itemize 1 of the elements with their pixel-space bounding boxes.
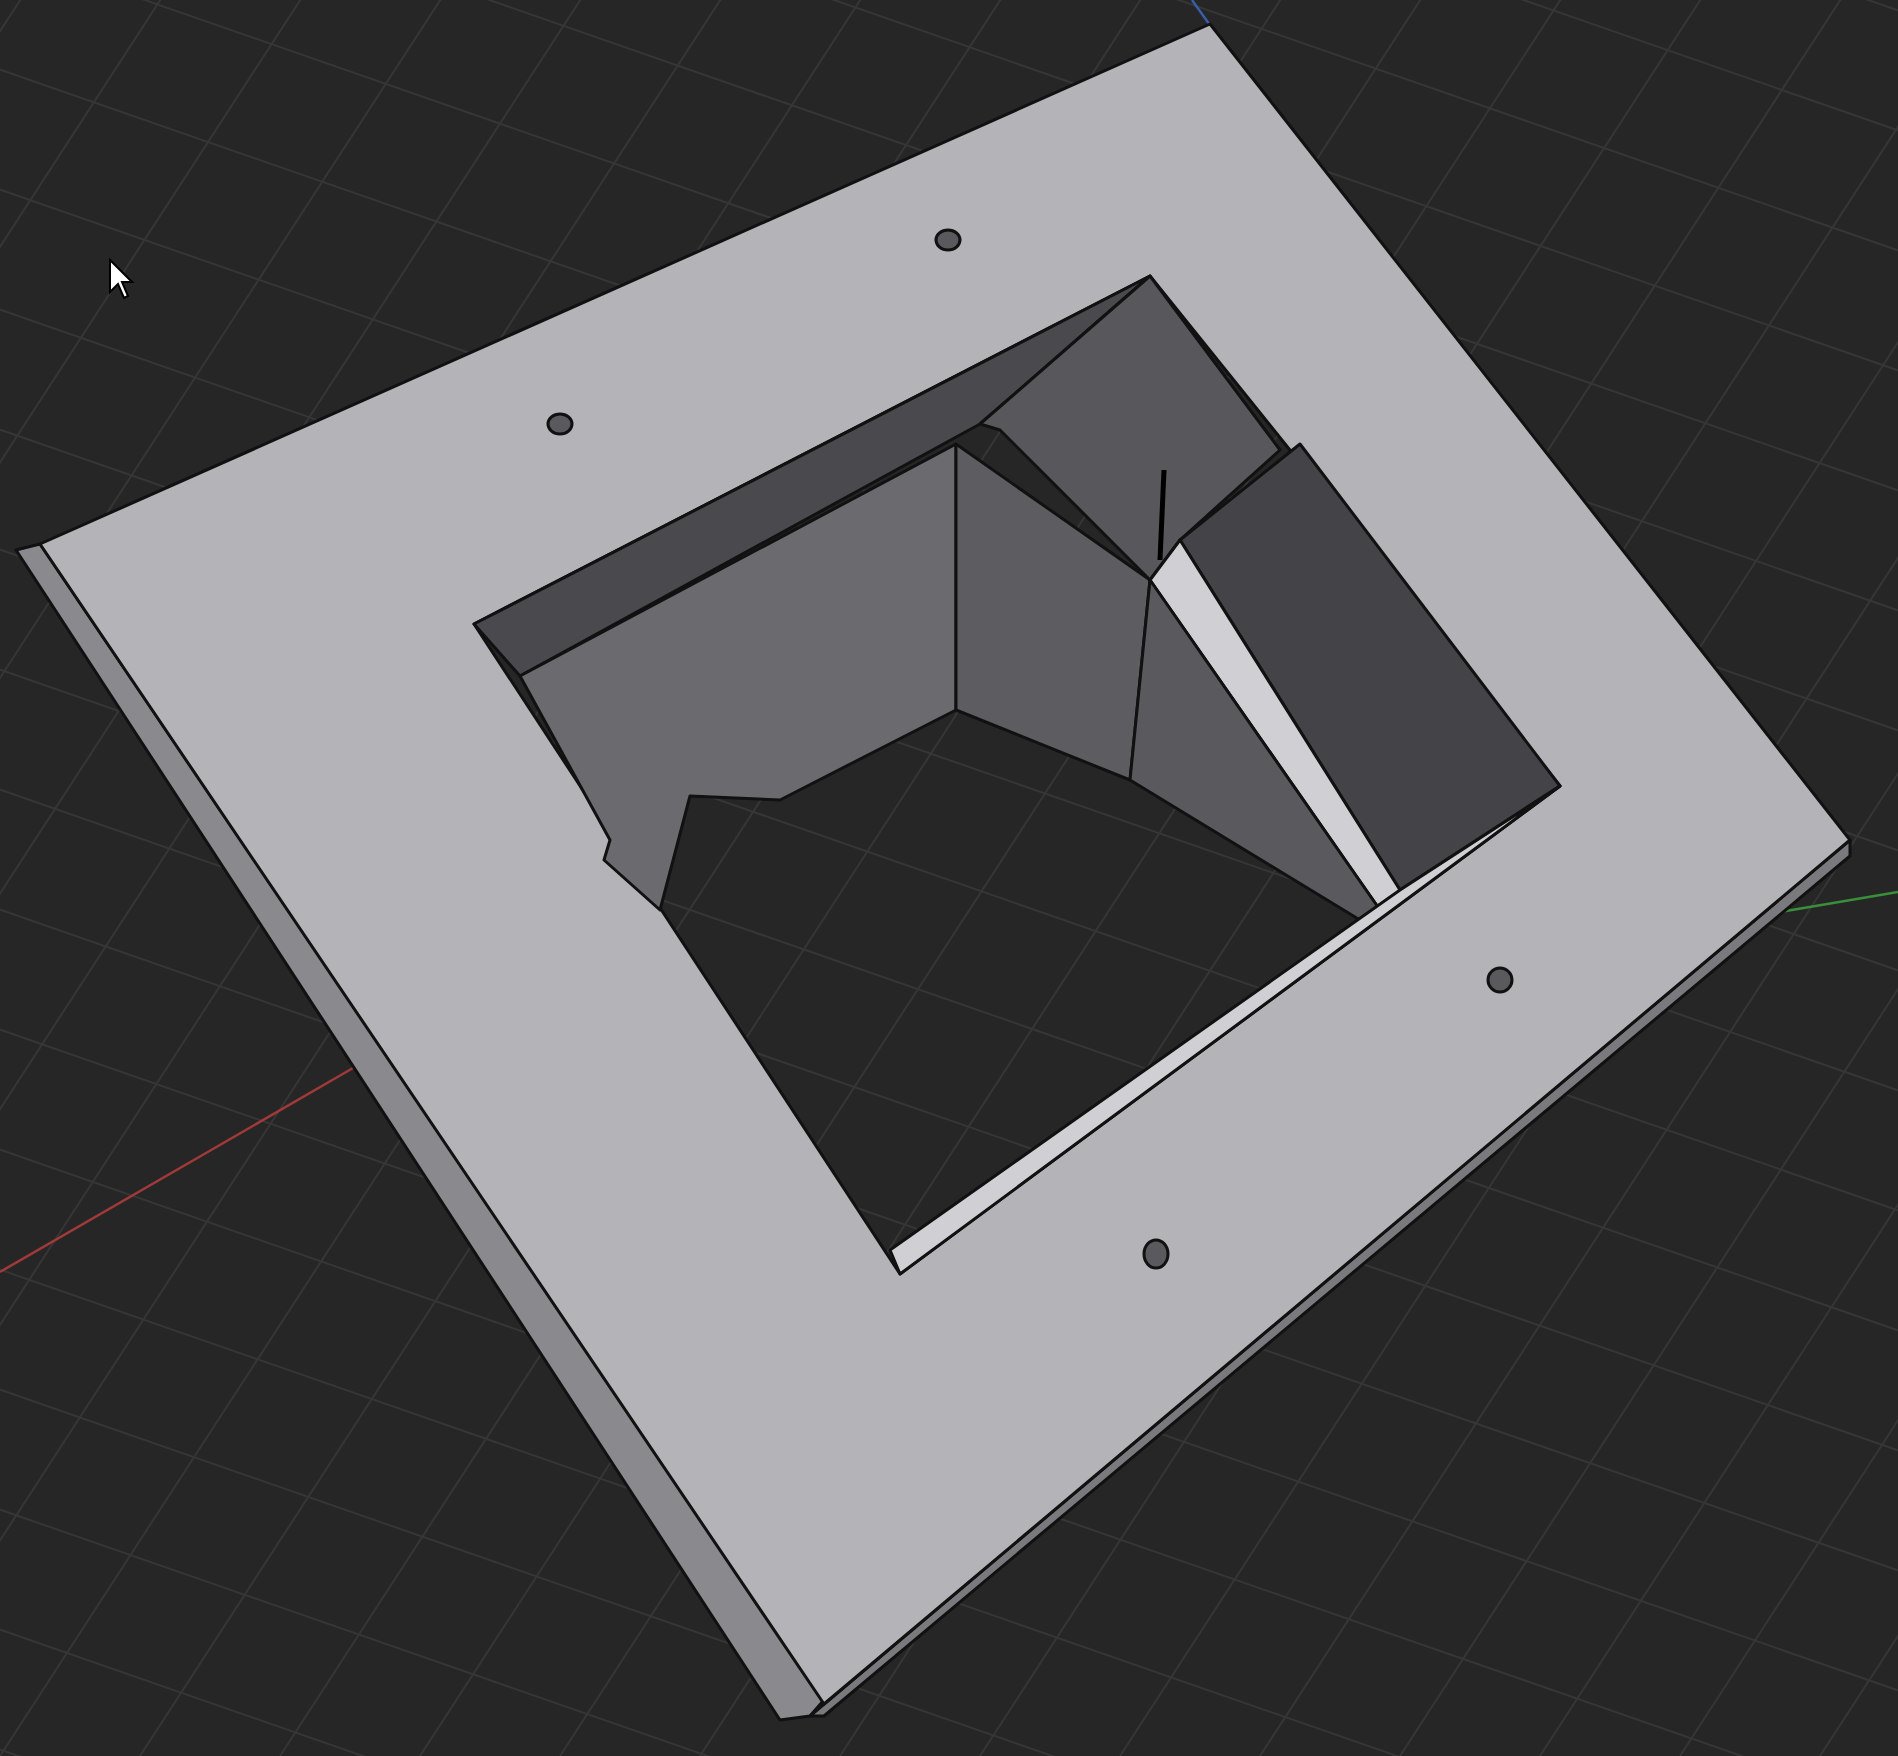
cursor-icon: [109, 257, 135, 300]
